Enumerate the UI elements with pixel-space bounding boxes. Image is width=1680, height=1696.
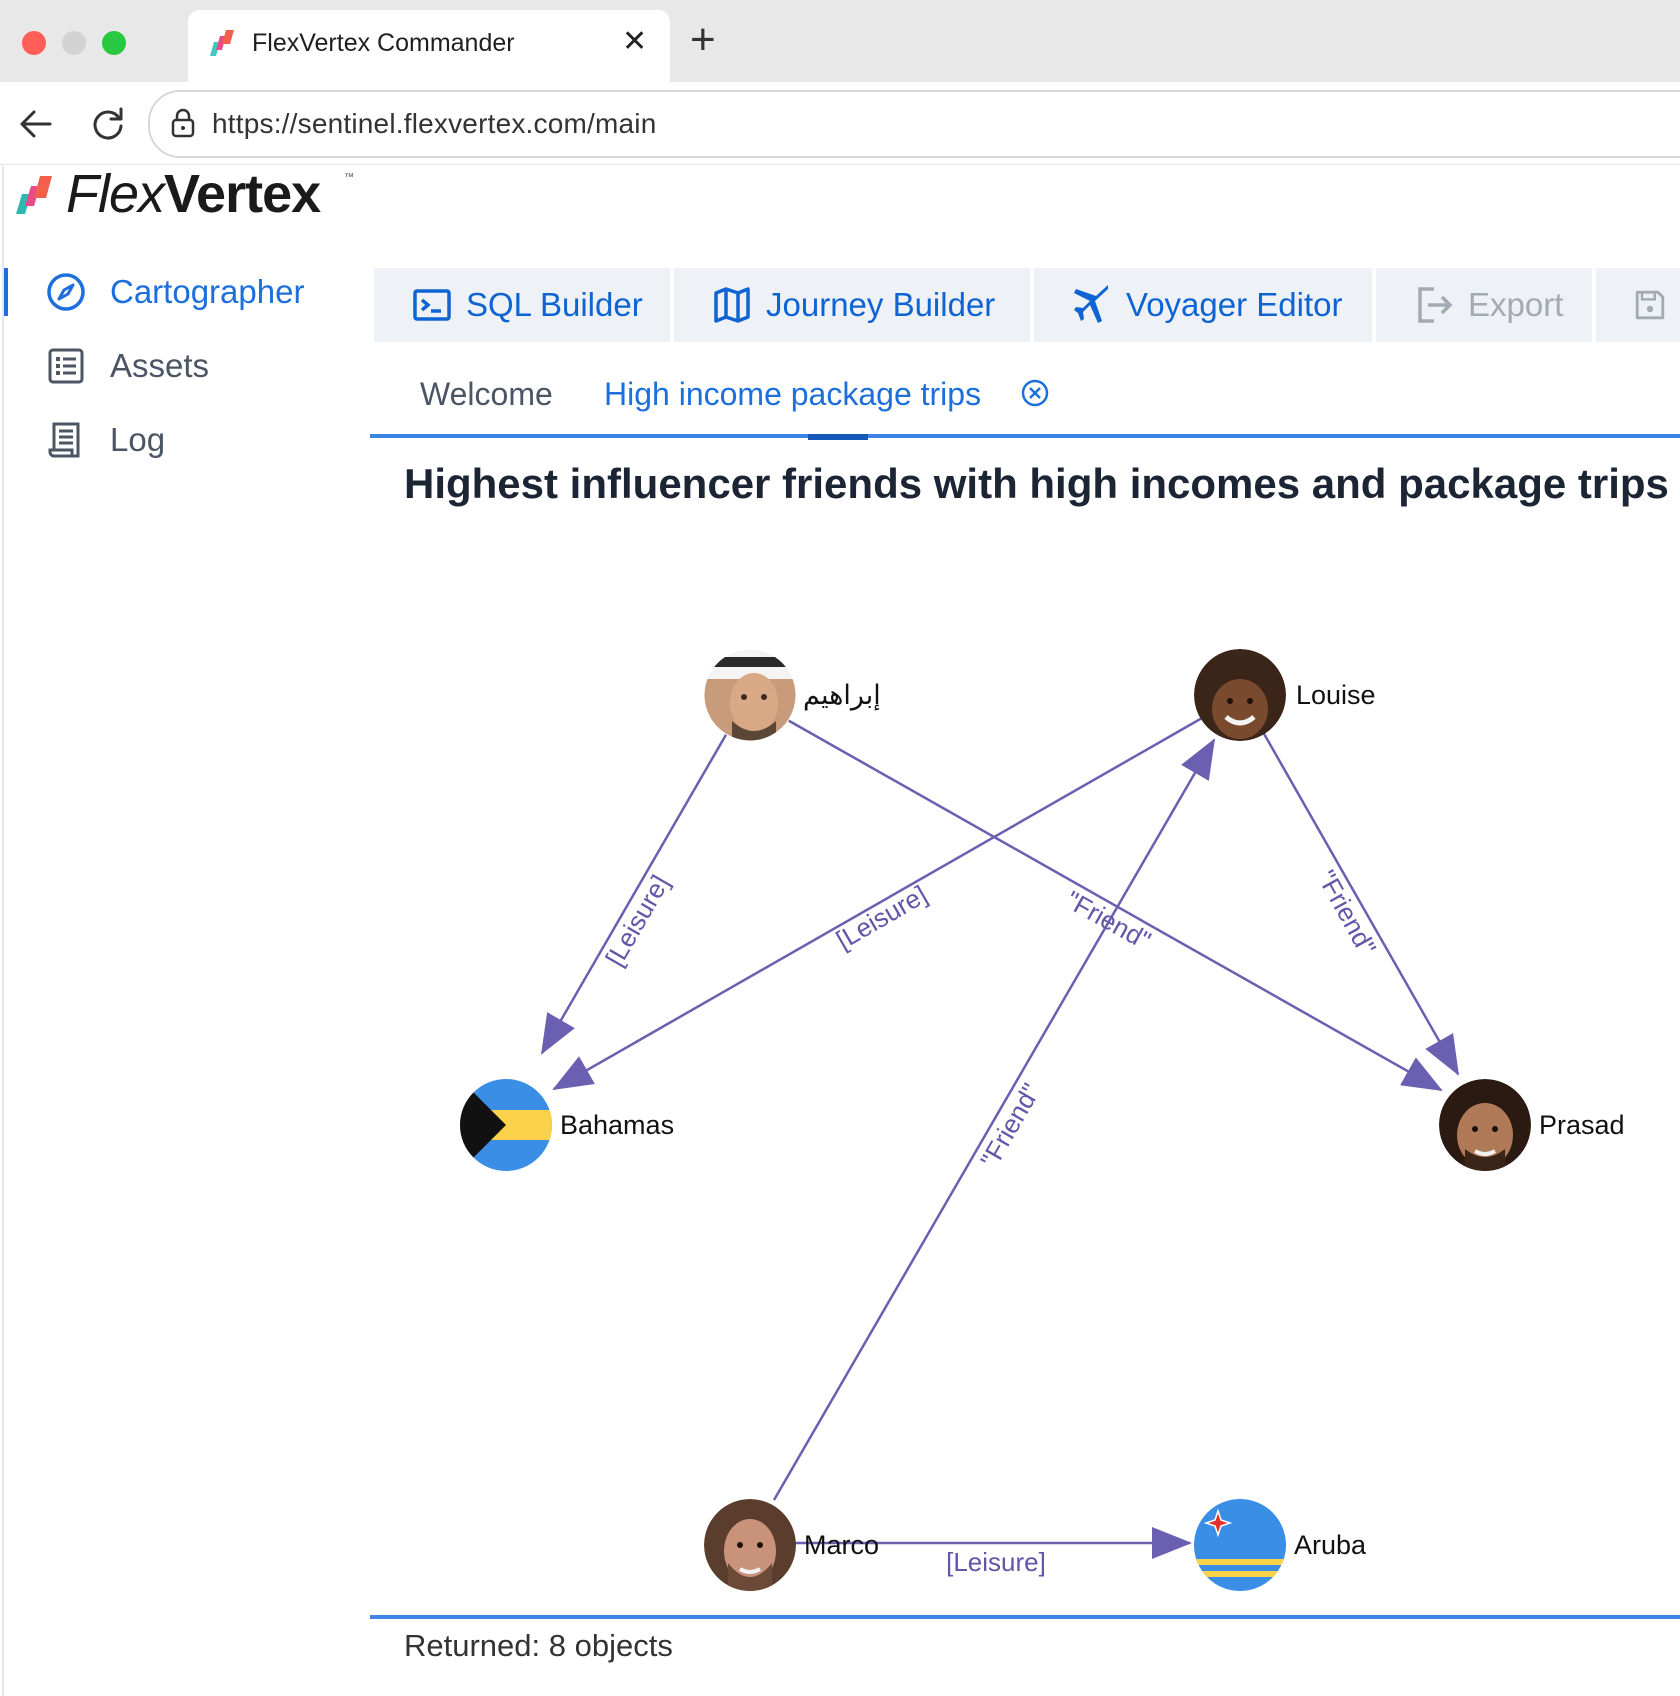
window-minimize-button[interactable] [62, 31, 86, 55]
tabs-underline [370, 434, 1680, 438]
trademark-mark: ™ [344, 172, 354, 183]
edge-louise-prasad[interactable] [1261, 731, 1460, 1076]
node-aruba[interactable] [1194, 1499, 1286, 1591]
node-ibrahim[interactable] [703, 648, 797, 742]
browser-tab[interactable]: FlexVertex Commander ✕ [188, 10, 670, 82]
voyager-editor-label: Voyager Editor [1126, 286, 1343, 323]
journey-builder-label: Journey Builder [766, 286, 996, 323]
tab-close-icon[interactable]: ✕ [622, 24, 647, 60]
window-zoom-button[interactable] [102, 31, 126, 55]
sql-builder-button[interactable]: SQL Builder [374, 268, 670, 342]
node-prasad[interactable] [1439, 1079, 1531, 1171]
sql-builder-label: SQL Builder [466, 286, 643, 323]
sidebar-divider [2, 166, 4, 1696]
export-button[interactable]: Export [1376, 268, 1592, 342]
node-label-marco: Marco [804, 1530, 879, 1560]
node-bahamas[interactable] [460, 1079, 552, 1171]
sidebar-active-indicator [4, 268, 8, 316]
save-button[interactable] [1596, 268, 1680, 342]
edge-label-marco-aruba: [Leisure] [946, 1547, 1046, 1577]
list-icon [48, 348, 84, 384]
tab-welcome[interactable]: Welcome [420, 374, 553, 414]
export-label: Export [1468, 286, 1564, 323]
browser-nav-bar: https://sentinel.flexvertex.com/main [0, 82, 1680, 165]
status-text: Returned: 8 objects [404, 1628, 673, 1663]
compass-icon [47, 273, 85, 311]
node-label-bahamas: Bahamas [560, 1110, 674, 1140]
terminal-icon [413, 289, 451, 321]
address-bar[interactable]: https://sentinel.flexvertex.com/main [148, 90, 1680, 158]
new-tab-button[interactable]: + [690, 16, 716, 64]
reload-icon[interactable] [88, 104, 128, 144]
flexvertex-logo-icon [16, 176, 52, 214]
browser-tab-strip: FlexVertex Commander ✕ + [0, 0, 1680, 82]
browser-tab-title: FlexVertex Commander [252, 29, 515, 57]
airplane-icon [1074, 285, 1108, 323]
window-close-button[interactable] [22, 31, 46, 55]
lock-icon[interactable] [170, 108, 196, 138]
url-text[interactable]: https://sentinel.flexvertex.com/main [212, 107, 657, 141]
sidebar-item-label: Cartographer [110, 273, 305, 310]
main-toolbar: SQL Builder Journey Builder Voyager Edit… [374, 268, 1680, 342]
node-label-louise: Louise [1296, 680, 1376, 710]
sidebar-item-cartographer[interactable]: Cartographer [46, 268, 304, 316]
save-icon [1635, 290, 1665, 320]
flexvertex-favicon-icon [210, 30, 234, 56]
sidebar-item-label: Assets [110, 347, 210, 384]
query-title: Highest influencer friends with high inc… [404, 460, 1669, 507]
node-louise[interactable] [1194, 649, 1286, 741]
brand-light-text: Flex [66, 164, 165, 224]
export-icon [1418, 287, 1453, 323]
node-marco[interactable] [704, 1499, 796, 1591]
graph-canvas[interactable]: [Leisure] [Leisure] "Friend" "Friend" "F… [370, 540, 1680, 1610]
tab-high-income-package-trips[interactable]: High income package trips [604, 374, 981, 414]
edge-label-ibrahim-bahamas: [Leisure] [599, 870, 675, 971]
voyager-editor-button[interactable]: Voyager Editor [1034, 268, 1372, 342]
sidebar-item-assets[interactable]: Assets [46, 342, 209, 390]
node-label-aruba: Aruba [1294, 1530, 1367, 1560]
sidebar-item-label: Log [110, 421, 166, 458]
back-arrow-icon[interactable] [16, 104, 56, 144]
node-label-ibrahim: إبراهيم [803, 680, 881, 711]
sidebar-item-log[interactable]: Log [46, 416, 165, 464]
journey-builder-button[interactable]: Journey Builder [674, 268, 1030, 342]
results-divider [370, 1615, 1680, 1619]
receipt-icon [48, 422, 80, 458]
node-label-prasad: Prasad [1539, 1110, 1625, 1140]
edge-label-louise-bahamas: [Leisure] [831, 879, 932, 955]
tab-close-circle-icon[interactable] [1020, 378, 1050, 408]
brand-bold-text: Vertex [164, 164, 321, 224]
active-tab-indicator [808, 434, 868, 440]
app-brand-wordmark: FlexVertex [66, 162, 321, 226]
map-icon [714, 287, 750, 323]
edge-marco-louise[interactable] [772, 738, 1216, 1501]
